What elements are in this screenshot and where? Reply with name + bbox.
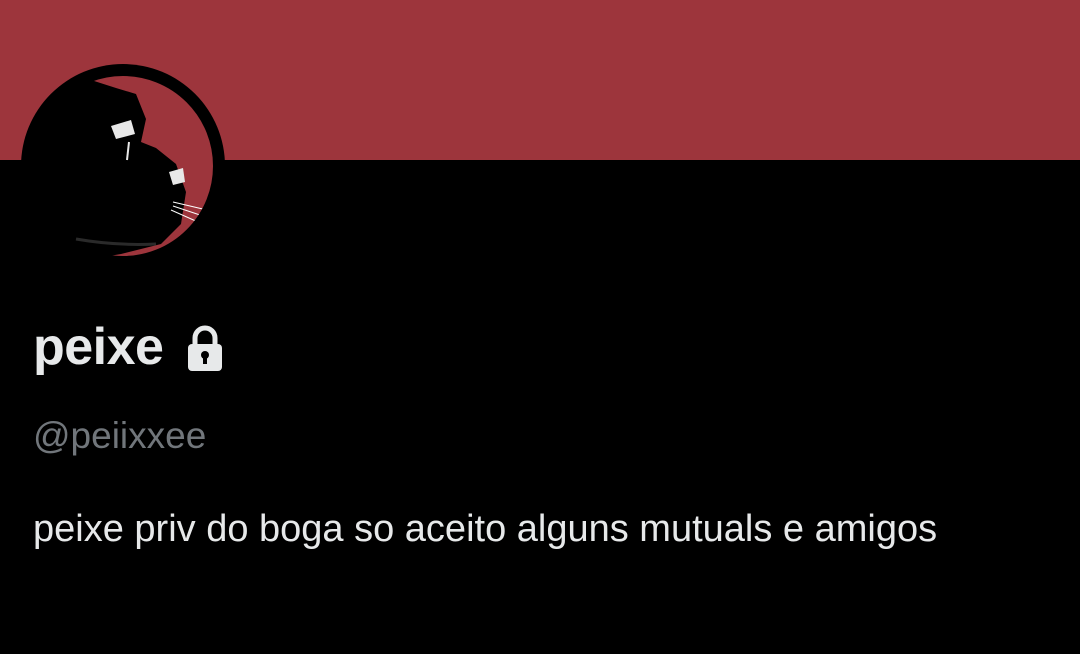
profile-avatar[interactable] [21,64,225,268]
profile-page: peixe @peiixxee peixe priv do boga so ac… [0,0,1080,654]
profile-bio: peixe priv do boga so aceito alguns mutu… [33,508,938,550]
profile-handle: @peiixxee [33,415,207,456]
display-name: peixe [33,318,164,376]
display-name-row: peixe [33,312,225,382]
lock-icon [188,325,223,371]
black-cat-avatar-icon [27,70,219,262]
